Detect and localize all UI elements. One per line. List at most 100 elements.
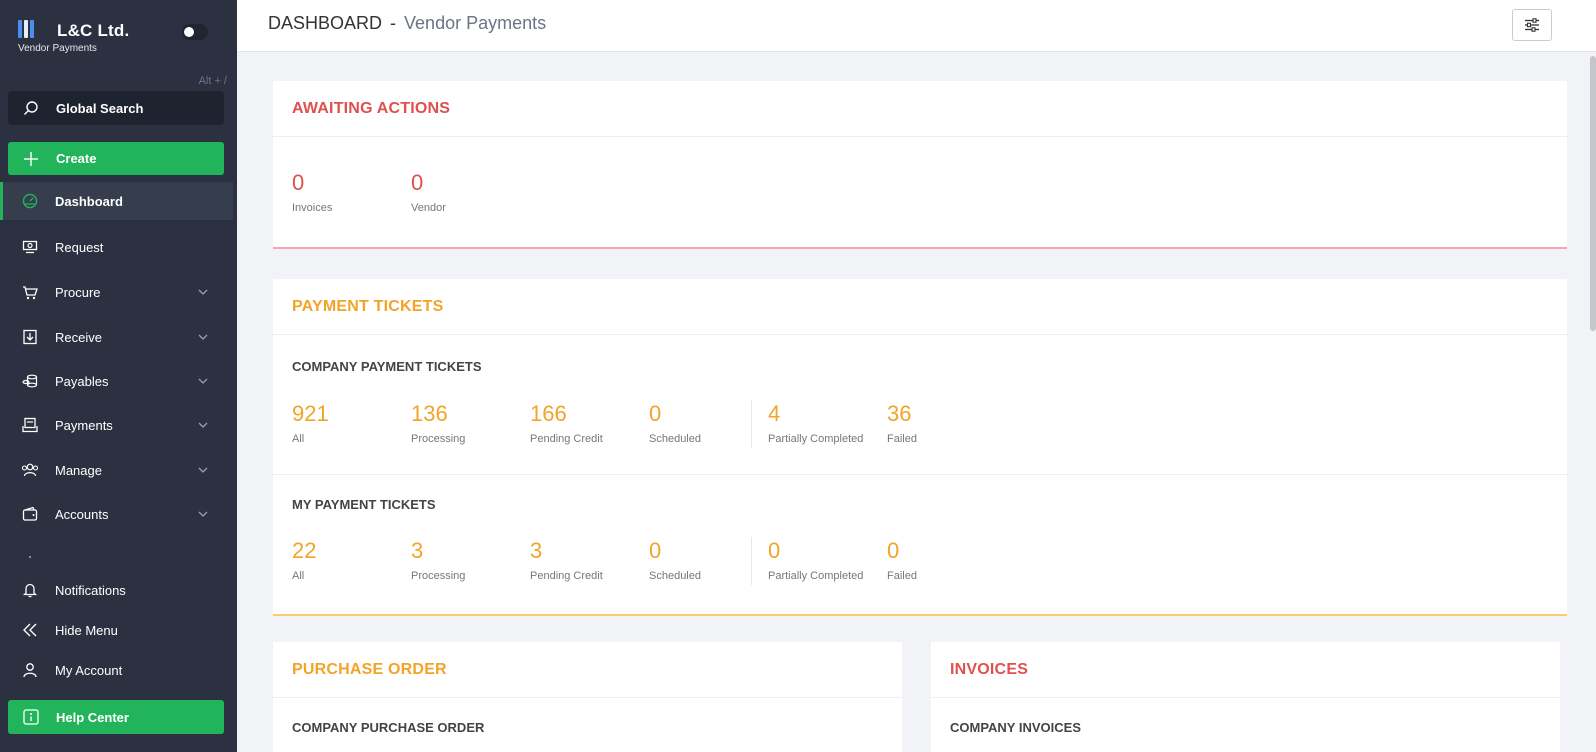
sidebar-item-label: Accounts <box>55 506 109 522</box>
stat-my-all[interactable]: 22 All <box>292 538 316 582</box>
coins-icon <box>21 372 39 390</box>
stat-my-scheduled[interactable]: 0 Scheduled <box>649 538 701 582</box>
page-title: DASHBOARD - Vendor Payments <box>268 13 546 34</box>
stat-label: Invoices <box>292 202 333 214</box>
invoices-card: INVOICES COMPANY INVOICES <box>931 642 1560 752</box>
scrollbar-thumb[interactable] <box>1590 56 1596 331</box>
sidebar-item-hide-menu[interactable]: Hide Menu <box>0 611 233 649</box>
stat-my-processing[interactable]: 3 Processing <box>411 538 465 582</box>
sidebar-item-payments[interactable]: Payments <box>0 406 233 444</box>
bell-icon <box>21 581 39 599</box>
sliders-icon <box>1525 18 1539 32</box>
sidebar-item-manage[interactable]: Manage <box>0 451 233 489</box>
section-divider <box>273 474 1567 475</box>
stat-label: Processing <box>411 433 466 445</box>
create-button[interactable]: Create <box>8 142 224 175</box>
stat-invoices[interactable]: 0 Invoices <box>292 170 332 214</box>
stat-my-partially-completed[interactable]: 0 Partially Completed <box>768 538 863 582</box>
stat-label: All <box>292 433 305 445</box>
payment-tickets-title: PAYMENT TICKETS <box>273 279 1567 335</box>
stat-value: 0 <box>887 538 900 563</box>
sidebar-item-label: Hide Menu <box>55 622 118 638</box>
stat-value: 4 <box>768 401 781 426</box>
sidebar-item-label: Receive <box>55 329 102 345</box>
chevron-down-icon <box>198 289 208 295</box>
receive-icon <box>21 328 39 346</box>
sidebar-item-label: Notifications <box>55 582 126 598</box>
toggle-knob <box>184 27 194 37</box>
page-scrollbar[interactable] <box>1590 52 1596 752</box>
page-title-sub: Vendor Payments <box>404 13 547 33</box>
brand-name: L&C Ltd. <box>57 21 130 40</box>
sidebar-item-payables[interactable]: Payables <box>0 362 233 400</box>
search-shortcut-hint: Alt + / <box>198 75 227 87</box>
stat-value: 0 <box>292 170 305 195</box>
sidebar-item-receive[interactable]: Receive <box>0 318 233 356</box>
top-header: DASHBOARD - Vendor Payments <box>237 0 1596 52</box>
awaiting-actions-card: AWAITING ACTIONS 0 Invoices 0 Vendor <box>273 81 1567 249</box>
sidebar-item-procure[interactable]: Procure <box>0 273 233 311</box>
stat-label: All <box>292 570 305 582</box>
stat-company-processing[interactable]: 136 Processing <box>411 401 465 445</box>
chevron-down-icon <box>198 378 208 384</box>
dashboard-settings-button[interactable] <box>1512 9 1552 41</box>
stat-value: 0 <box>411 170 424 195</box>
sidebar-item-request[interactable]: Request <box>0 228 233 266</box>
stat-value: 166 <box>530 401 567 426</box>
help-center-button[interactable]: Help Center <box>8 700 224 734</box>
stat-label: Partially Completed <box>768 433 864 445</box>
stat-label: Failed <box>887 570 917 582</box>
purchase-order-title: PURCHASE ORDER <box>273 642 902 698</box>
brand-subtitle: Vendor Payments <box>18 43 97 54</box>
stat-label: Partially Completed <box>768 570 864 582</box>
stat-label: Pending Credit <box>530 570 603 582</box>
stat-company-scheduled[interactable]: 0 Scheduled <box>649 401 701 445</box>
global-search-label: Global Search <box>56 100 144 116</box>
stat-vendor[interactable]: 0 Vendor <box>411 170 446 214</box>
theme-toggle[interactable] <box>182 24 208 40</box>
stat-my-failed[interactable]: 0 Failed <box>887 538 917 582</box>
company-purchase-order-title: COMPANY PURCHASE ORDER <box>292 720 485 735</box>
my-payment-tickets-title: MY PAYMENT TICKETS <box>292 497 436 512</box>
stat-label: Pending Credit <box>530 433 603 445</box>
sidebar-item-dashboard[interactable]: Dashboard <box>0 182 233 220</box>
sidebar-item-label: Payables <box>55 373 109 389</box>
company-payment-tickets-title: COMPANY PAYMENT TICKETS <box>292 359 482 374</box>
awaiting-actions-title: AWAITING ACTIONS <box>273 81 1567 137</box>
stat-company-all[interactable]: 921 All <box>292 401 329 445</box>
sidebar-item-accounts[interactable]: Accounts <box>0 495 233 533</box>
stat-company-pending-credit[interactable]: 166 Pending Credit <box>530 401 603 445</box>
sidebar-item-my-account[interactable]: My Account <box>0 651 233 689</box>
wallet-icon <box>21 505 39 523</box>
stat-divider <box>751 400 752 448</box>
sidebar-item-label: My Account <box>55 662 123 678</box>
sidebar-item-label: Payments <box>55 417 113 433</box>
request-icon <box>21 238 39 256</box>
stat-value: 0 <box>768 538 781 563</box>
sidebar-item-notifications[interactable]: Notifications <box>0 571 233 609</box>
stat-value: 0 <box>649 538 662 563</box>
stat-value: 921 <box>292 401 329 426</box>
stat-company-partially-completed[interactable]: 4 Partially Completed <box>768 401 863 445</box>
stat-divider <box>751 537 752 585</box>
company-invoices-title: COMPANY INVOICES <box>950 720 1081 735</box>
stat-my-pending-credit[interactable]: 3 Pending Credit <box>530 538 603 582</box>
stat-value: 0 <box>649 401 662 426</box>
search-icon <box>24 101 38 115</box>
info-icon <box>23 709 39 725</box>
cart-icon <box>21 283 39 301</box>
stat-label: Scheduled <box>649 433 701 445</box>
chevron-down-icon <box>198 422 208 428</box>
brand-logo-icon <box>18 18 42 40</box>
chevron-down-icon <box>198 511 208 517</box>
sidebar: L&C Ltd. Vendor Payments Alt + / Global … <box>0 0 237 752</box>
global-search-button[interactable]: Global Search <box>8 91 224 125</box>
dashboard-gauge-icon <box>21 192 39 210</box>
double-chevron-left-icon <box>21 621 39 639</box>
stat-company-failed[interactable]: 36 Failed <box>887 401 917 445</box>
stat-label: Scheduled <box>649 570 701 582</box>
stat-value: 136 <box>411 401 448 426</box>
create-label: Create <box>56 151 97 166</box>
stat-value: 36 <box>887 401 912 426</box>
chevron-down-icon <box>198 334 208 340</box>
